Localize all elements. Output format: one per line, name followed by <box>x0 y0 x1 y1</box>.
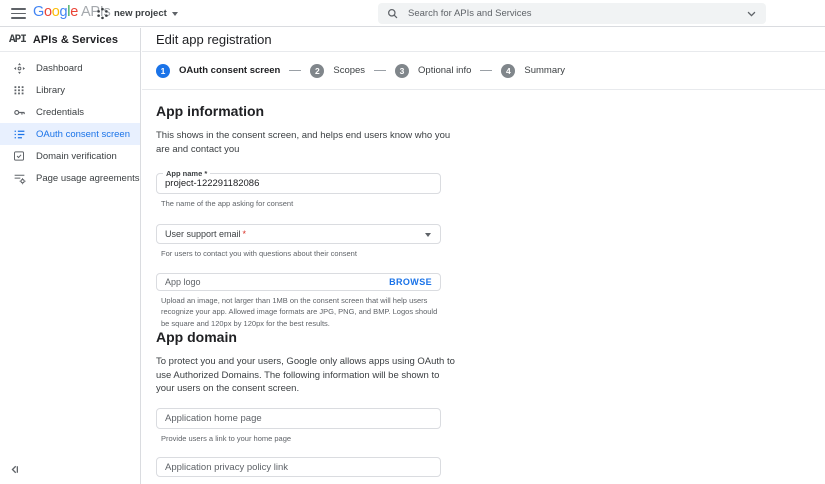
product-header: API APIs & Services <box>0 28 140 52</box>
logo-letter: e <box>70 4 78 20</box>
search-icon <box>387 8 398 19</box>
step-oauth-consent-screen[interactable]: 1 OAuth consent screen <box>156 64 280 78</box>
sidebar-item-label: OAuth consent screen <box>36 129 130 140</box>
browse-button[interactable]: BROWSE <box>389 274 432 290</box>
sidebar-nav: Dashboard Library Credentials <box>0 52 140 189</box>
user-support-email-helper: For users to contact you with questions … <box>161 248 441 259</box>
user-support-email-select[interactable]: User support email* <box>156 224 441 244</box>
project-name: new project <box>114 8 167 19</box>
consent-list-icon <box>12 127 26 141</box>
app-name-helper: The name of the app asking for consent <box>161 198 441 209</box>
step-connector <box>480 70 492 71</box>
home-page-field <box>156 408 441 429</box>
sidebar-item-label: Library <box>36 85 65 96</box>
step-optional-info[interactable]: 3 Optional info <box>395 64 471 78</box>
app-name-label: App name * <box>163 169 210 178</box>
app-name-input[interactable] <box>157 178 440 189</box>
step-number-badge: 3 <box>395 64 409 78</box>
project-icon <box>96 7 109 20</box>
sidebar-item-dashboard[interactable]: Dashboard <box>0 57 140 79</box>
sidebar-item-oauth-consent-screen[interactable]: OAuth consent screen <box>0 123 140 145</box>
step-label: Optional info <box>418 65 471 76</box>
app-name-field: App name * <box>156 173 441 194</box>
dropdown-caret-icon <box>425 233 431 237</box>
sidebar-item-label: Credentials <box>36 107 84 118</box>
project-selector[interactable]: new project <box>96 0 178 27</box>
sidebar-item-domain-verification[interactable]: Domain verification <box>0 145 140 167</box>
search-expand-chevron-icon[interactable] <box>746 8 757 19</box>
sidebar: API APIs & Services Dashboard L <box>0 28 141 484</box>
sidebar-item-label: Page usage agreements <box>36 173 140 184</box>
chevron-down-icon <box>172 12 178 16</box>
app-domain-heading: App domain <box>156 329 825 345</box>
step-label: Scopes <box>333 65 365 76</box>
product-name: APIs & Services <box>33 34 118 46</box>
privacy-policy-field <box>156 457 441 477</box>
application-home-page-input[interactable] <box>157 413 440 424</box>
page-title: Edit app registration <box>156 32 272 47</box>
app-logo-field: App logo BROWSE <box>156 273 441 291</box>
application-privacy-policy-input[interactable] <box>157 462 440 473</box>
page-title-row: Edit app registration <box>142 28 825 52</box>
app-logo-helper: Upload an image, not larger than 1MB on … <box>161 295 441 329</box>
app-header: GoogleAPIs new project <box>0 0 825 27</box>
sidebar-item-label: Domain verification <box>36 151 117 162</box>
step-connector <box>289 70 301 71</box>
logo-letter: G <box>33 4 44 20</box>
library-icon <box>12 83 26 97</box>
key-icon <box>12 105 26 119</box>
app-logo-label: App logo <box>157 277 201 287</box>
privacy-policy-field-group <box>156 457 441 477</box>
user-support-email-field-group: User support email* For users to contact… <box>156 224 441 259</box>
app-name-field-group: App name * The name of the app asking fo… <box>156 173 441 209</box>
step-label: Summary <box>524 65 565 76</box>
user-support-email-label: User support email* <box>157 229 246 239</box>
dashboard-icon <box>12 61 26 75</box>
app-information-description: This shows in the consent screen, and he… <box>156 129 458 157</box>
required-asterisk: * <box>243 229 247 239</box>
agreements-gear-icon <box>12 171 26 185</box>
logo-letter: o <box>44 4 52 20</box>
sidebar-item-library[interactable]: Library <box>0 79 140 101</box>
app-information-heading: App information <box>156 103 825 119</box>
main-content: Edit app registration 1 OAuth consent sc… <box>142 28 825 484</box>
api-product-icon: API <box>9 34 26 46</box>
app-logo-field-group: App logo BROWSE Upload an image, not lar… <box>156 273 441 329</box>
sidebar-item-credentials[interactable]: Credentials <box>0 101 140 123</box>
step-scopes[interactable]: 2 Scopes <box>310 64 365 78</box>
step-number-badge: 4 <box>501 64 515 78</box>
step-number-badge: 1 <box>156 64 170 78</box>
step-connector <box>374 70 386 71</box>
sidebar-item-label: Dashboard <box>36 63 82 74</box>
domain-check-icon <box>12 149 26 163</box>
search-bar[interactable] <box>378 3 766 24</box>
home-page-field-group: Provide users a link to your home page <box>156 408 441 444</box>
menu-icon[interactable] <box>11 8 26 19</box>
collapse-sidebar-icon[interactable] <box>8 463 22 477</box>
step-summary[interactable]: 4 Summary <box>501 64 565 78</box>
step-number-badge: 2 <box>310 64 324 78</box>
step-label: OAuth consent screen <box>179 65 280 76</box>
app-domain-description: To protect you and your users, Google on… <box>156 355 458 396</box>
search-input[interactable] <box>406 7 746 20</box>
logo-letter: o <box>52 4 60 20</box>
sidebar-item-page-usage-agreements[interactable]: Page usage agreements <box>0 167 140 189</box>
stepper: 1 OAuth consent screen 2 Scopes 3 Option… <box>142 52 825 90</box>
home-page-helper: Provide users a link to your home page <box>161 433 441 444</box>
form-content: App information This shows in the consen… <box>142 90 825 477</box>
